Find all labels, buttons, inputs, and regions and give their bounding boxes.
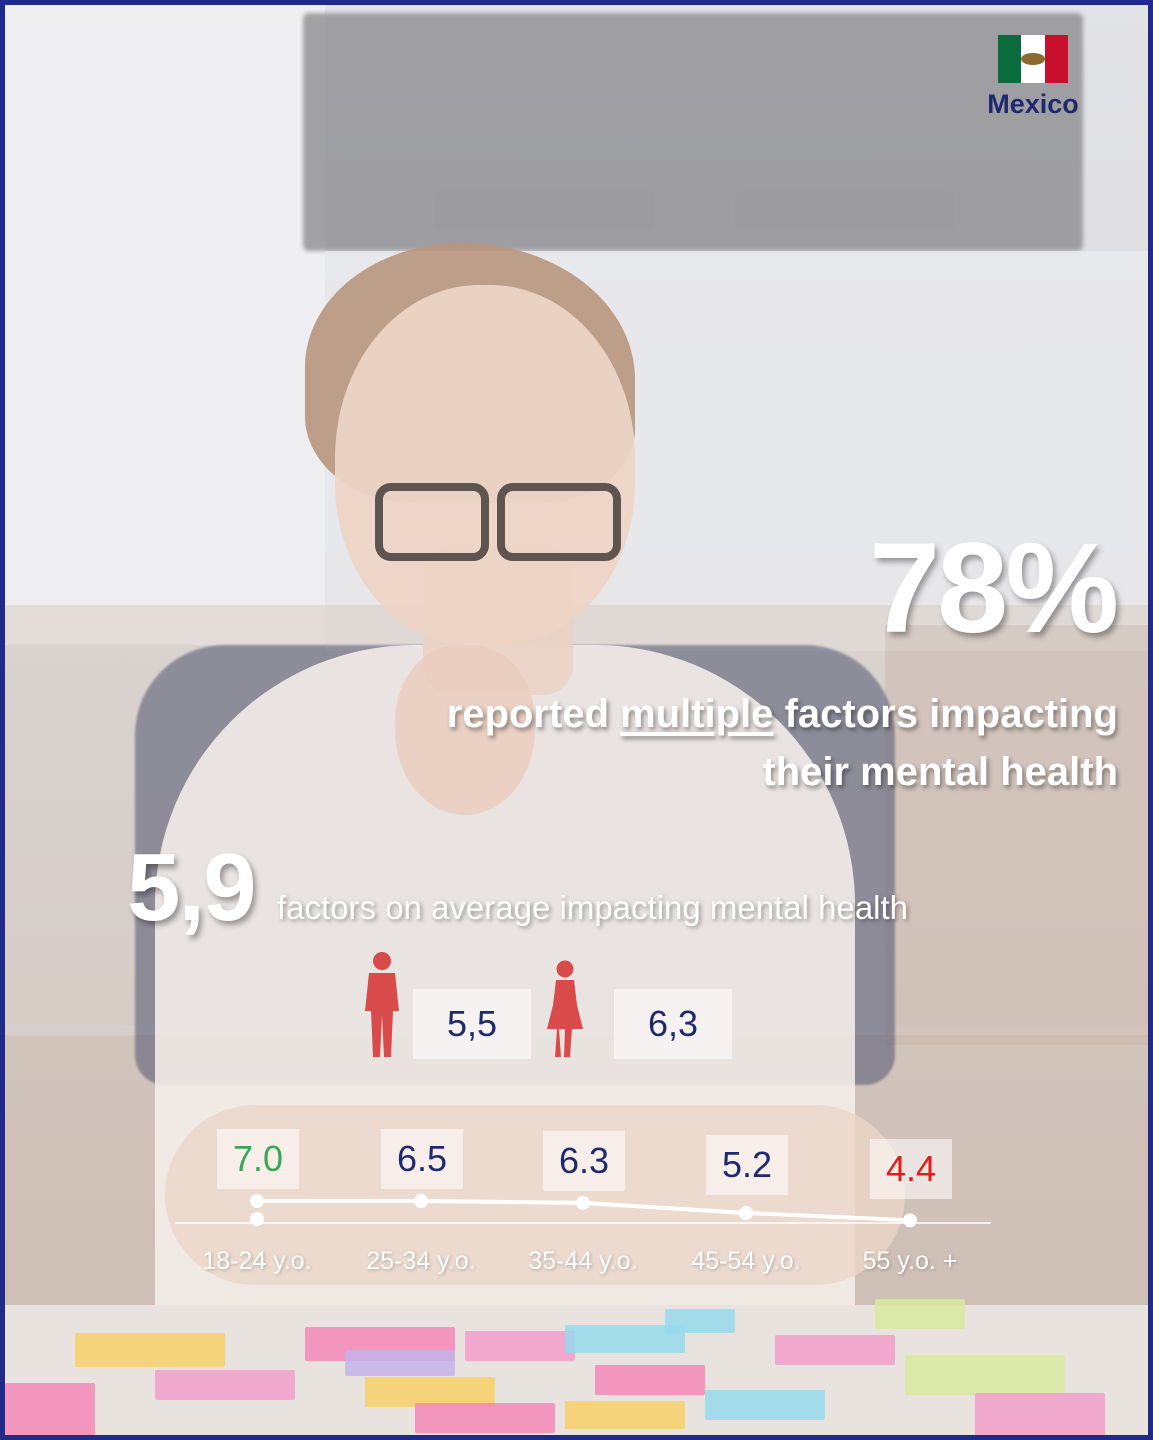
headline-text: reported multiple factors impacting thei…	[318, 685, 1118, 801]
chart-category-label: 25-34 y.o.	[366, 1247, 476, 1275]
male-figure-icon	[365, 952, 399, 1057]
country-name: Mexico	[987, 89, 1079, 119]
female-figure-icon	[547, 960, 583, 1057]
male-value: 5,5	[413, 989, 531, 1059]
chart-category-label: 18-24 y.o.	[202, 1247, 312, 1275]
country-badge: Mexico	[983, 35, 1083, 120]
average-label: factors on average impacting mental heal…	[277, 889, 909, 926]
chart-data-label: 4.4	[870, 1139, 952, 1199]
headline-percent: 78%	[868, 517, 1119, 660]
chart-category-label: 35-44 y.o.	[528, 1247, 638, 1275]
infographic-frame: Mexico 78% reported multiple factors imp…	[0, 0, 1153, 1440]
headline-text-before: reported	[446, 692, 609, 736]
mexico-flag-icon	[998, 35, 1068, 83]
average-value: 5,9	[127, 834, 256, 941]
chart-data-label: 7.0	[217, 1129, 299, 1189]
chart-category-label: 55 y.o. +	[862, 1247, 958, 1275]
headline-text-underlined: multiple	[620, 692, 774, 736]
headline-text-after: factors impacting	[784, 692, 1118, 736]
headline-text-line2: their mental health	[762, 750, 1118, 794]
chart-data-label: 6.5	[381, 1129, 463, 1189]
chart-data-label: 5.2	[706, 1135, 788, 1195]
chart-data-label: 6.3	[543, 1131, 625, 1191]
female-value: 6,3	[614, 989, 732, 1059]
chart-category-label: 45-54 y.o.	[691, 1247, 801, 1275]
